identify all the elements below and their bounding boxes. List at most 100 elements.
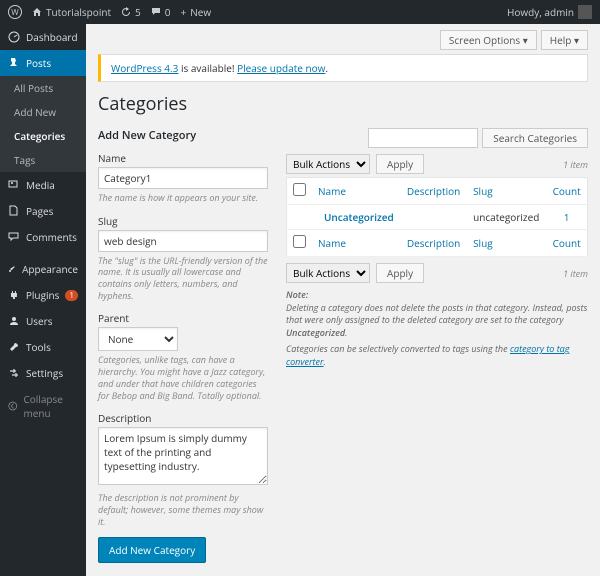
- note-label: Note:: [286, 288, 308, 301]
- wp-logo[interactable]: W: [8, 5, 22, 19]
- sidebar-item-dashboard[interactable]: Dashboard: [0, 24, 86, 50]
- sidebar-item-collapse[interactable]: Collapse menu: [0, 386, 86, 426]
- screen-options-toggle[interactable]: Screen Options ▾: [440, 30, 537, 50]
- plus-icon: +: [180, 5, 186, 19]
- sidebar-item-appearance[interactable]: Appearance: [0, 256, 86, 282]
- sidebar-item-pages[interactable]: Pages: [0, 198, 86, 224]
- parent-help: Categories, unlike tags, can have a hier…: [98, 354, 268, 401]
- site-name: Tutorialspoint: [46, 5, 111, 19]
- howdy-text: Howdy, admin: [507, 5, 574, 19]
- item-count-top: 1 item: [563, 158, 588, 171]
- sidebar-item-posts[interactable]: Posts: [0, 50, 86, 76]
- avatar: [578, 5, 592, 19]
- plugin-icon: [8, 289, 20, 301]
- sidebar-item-tools[interactable]: Tools: [0, 334, 86, 360]
- comments-count: 0: [165, 5, 171, 19]
- account-link[interactable]: Howdy, admin: [507, 5, 592, 19]
- notice-version-link[interactable]: WordPress 4.3: [111, 61, 178, 75]
- row-slug: uncategorized: [467, 205, 546, 230]
- notice-text: is available!: [178, 61, 237, 75]
- new-link[interactable]: + New: [180, 5, 211, 19]
- bulk-actions-select-bottom[interactable]: Bulk Actions: [286, 263, 370, 283]
- sidebar-label: Settings: [26, 366, 63, 380]
- search-button[interactable]: Search Categories: [482, 128, 588, 148]
- pin-icon: [8, 57, 20, 69]
- bulk-apply-bottom[interactable]: Apply: [376, 263, 424, 283]
- updates-link[interactable]: 5: [121, 5, 141, 19]
- select-all-bottom[interactable]: [293, 235, 306, 248]
- name-label: Name: [98, 151, 268, 165]
- new-label: New: [190, 5, 211, 19]
- settings-icon: [8, 367, 20, 379]
- collapse-icon: [8, 400, 17, 412]
- slug-label: Slug: [98, 214, 268, 228]
- parent-label: Parent: [98, 311, 268, 325]
- sidebar-item-plugins[interactable]: Plugins 1: [0, 282, 86, 308]
- search-input[interactable]: [368, 128, 478, 148]
- sidebar-label: Users: [26, 314, 53, 328]
- sidebar-sub-add-new[interactable]: Add New: [0, 100, 86, 124]
- help-toggle[interactable]: Help ▾: [541, 30, 588, 50]
- col-count[interactable]: Count: [553, 184, 581, 198]
- row-description: [401, 205, 467, 230]
- user-icon: [8, 315, 20, 327]
- sidebar-label: Media: [26, 178, 55, 192]
- description-textarea[interactable]: Lorem Ipsum is simply dummy text of the …: [98, 427, 268, 485]
- sidebar-label: Appearance: [22, 262, 78, 276]
- note-default-cat: Uncategorized: [286, 326, 345, 339]
- col-count-foot[interactable]: Count: [553, 236, 581, 250]
- updates-count: 5: [135, 5, 141, 19]
- sidebar-submenu-posts: All Posts Add New Categories Tags: [0, 76, 86, 172]
- item-count-bottom: 1 item: [563, 267, 588, 280]
- plugins-badge: 1: [65, 290, 78, 301]
- parent-select[interactable]: None: [98, 327, 178, 351]
- media-icon: [8, 179, 20, 191]
- col-slug-foot[interactable]: Slug: [473, 236, 493, 250]
- add-category-button[interactable]: Add New Category: [98, 537, 206, 563]
- sidebar-label: Plugins: [26, 288, 60, 302]
- notice-update-link[interactable]: Please update now: [237, 61, 325, 75]
- page-title: Categories: [98, 92, 588, 116]
- comment-icon: [151, 7, 161, 17]
- sidebar-item-users[interactable]: Users: [0, 308, 86, 334]
- sidebar-label: Pages: [26, 204, 53, 218]
- categories-table: Name Description Slug Count Uncategorize…: [286, 177, 588, 257]
- category-list-panel: Search Categories Bulk Actions Apply 1 i…: [286, 128, 588, 563]
- site-link[interactable]: Tutorialspoint: [32, 5, 111, 19]
- sidebar-item-settings[interactable]: Settings: [0, 360, 86, 386]
- col-description[interactable]: Description: [407, 184, 460, 198]
- sidebar-item-media[interactable]: Media: [0, 172, 86, 198]
- tools-icon: [8, 341, 20, 353]
- page-icon: [8, 205, 20, 217]
- comments-link[interactable]: 0: [151, 5, 171, 19]
- row-count-link[interactable]: 1: [564, 210, 570, 224]
- col-name[interactable]: Name: [318, 184, 346, 198]
- main-content: Screen Options ▾ Help ▾ WordPress 4.3 is…: [86, 24, 600, 576]
- col-name-foot[interactable]: Name: [318, 236, 346, 250]
- sidebar-label: Collapse menu: [23, 392, 78, 420]
- table-row: Uncategorized uncategorized 1: [287, 205, 588, 230]
- comment-icon: [8, 231, 20, 243]
- description-label: Description: [98, 411, 268, 425]
- bulk-apply-top[interactable]: Apply: [376, 154, 424, 174]
- sidebar-item-comments[interactable]: Comments: [0, 224, 86, 250]
- name-help: The name is how it appears on your site.: [98, 192, 268, 204]
- col-description-foot[interactable]: Description: [407, 236, 460, 250]
- form-heading: Add New Category: [98, 128, 268, 143]
- col-slug[interactable]: Slug: [473, 184, 493, 198]
- select-all-top[interactable]: [293, 183, 306, 196]
- dashboard-icon: [8, 31, 20, 43]
- row-name-link[interactable]: Uncategorized: [318, 210, 394, 224]
- sidebar-sub-all-posts[interactable]: All Posts: [0, 76, 86, 100]
- admin-topbar: W Tutorialspoint 5 0 + New Howdy, admin: [0, 0, 600, 24]
- sidebar-label: Comments: [26, 230, 77, 244]
- sidebar-sub-categories[interactable]: Categories: [0, 124, 86, 148]
- name-input[interactable]: [98, 167, 268, 189]
- notes-block: Note: Deleting a category does not delet…: [286, 289, 588, 369]
- bulk-actions-select-top[interactable]: Bulk Actions: [286, 154, 370, 174]
- sidebar-sub-tags[interactable]: Tags: [0, 148, 86, 172]
- sidebar-label: Tools: [26, 340, 51, 354]
- note-line1: Deleting a category does not delete the …: [286, 301, 587, 327]
- home-icon: [32, 7, 42, 17]
- slug-input[interactable]: [98, 230, 268, 252]
